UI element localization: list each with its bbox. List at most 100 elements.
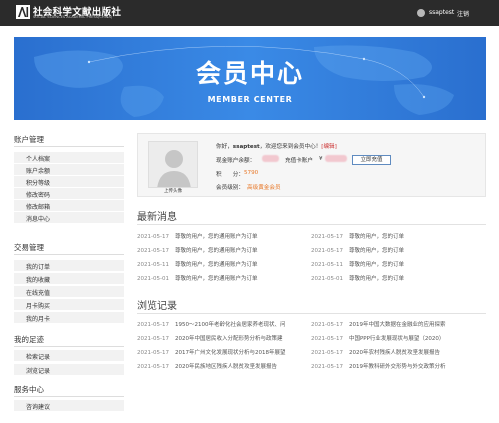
message-text: 尊敬的用户，您的通用账户为订单 [174,262,258,268]
banner-title: 会员中心 [195,59,304,88]
message-date: 2021-05-17 [137,248,169,254]
message-date: 2021-05-17 [311,234,343,240]
history-text: 中国PPP行业发展现状与展望（2020） [348,336,445,342]
logout-link[interactable]: 注销 [457,9,469,18]
sidebar-item-feedback[interactable]: 咨询建议 [14,400,124,412]
sidebar-item-buy-monthly-card[interactable]: 月卡购买 [14,299,124,311]
sidebar-item-balance[interactable]: 账户余额 [14,164,124,176]
message-text: 尊敬的用户，您的订单 [348,276,404,282]
sidebar-group-title-service: 服务中心 [14,385,44,394]
history-text: 2017年广州文化发展现状分析与2018年展望 [174,350,286,356]
sidebar-item-label: 账户余额 [26,168,51,175]
recharge-now-button[interactable]: 立即充值 [352,155,391,165]
message-date: 2021-05-17 [311,248,343,254]
username-link[interactable]: ssaptest [429,9,454,16]
message-item[interactable]: 2021-05-17 尊敬的用户，您的订单 [311,246,404,254]
message-date: 2021-05-01 [137,276,169,282]
sidebar-item-label: 在线充值 [26,290,51,297]
top-bar: 社会科学文献出版社 SOCIAL SCIENCES ACADEMIC PRESS… [0,0,499,26]
message-item[interactable]: 2021-05-01 尊敬的用户，您的订单 [311,274,404,282]
sidebar-item-label: 我的订单 [26,264,51,271]
sidebar-item-recharge[interactable]: 在线充值 [14,286,124,298]
sidebar-item-label: 积分等级 [26,180,51,187]
sidebar-item-orders[interactable]: 我的订单 [14,260,124,272]
history-date: 2021-05-17 [137,364,169,370]
browse-history-title: 浏览记录 [137,301,177,312]
section-divider [137,224,486,225]
message-item[interactable]: 2021-05-01 尊敬的用户，您的通用账户为订单 [137,274,257,282]
message-item[interactable]: 2021-05-11 尊敬的用户，您的订单 [311,260,404,268]
history-date: 2021-05-17 [311,350,343,356]
message-text: 尊敬的用户，您的订单 [348,248,404,254]
sidebar-item-label: 修改邮箱 [26,204,51,211]
history-date: 2021-05-17 [137,350,169,356]
history-text: 2020年民族地区残疾人脱贫攻坚发展报告 [174,364,277,370]
currency-symbol: ¥ [319,156,323,162]
message-date: 2021-05-11 [311,262,343,268]
sidebar-item-my-monthly-card[interactable]: 我的月卡 [14,312,124,324]
sidebar-item-points[interactable]: 积分等级 [14,176,124,188]
message-text: 尊敬的用户，您的通用账户为订单 [174,248,258,254]
history-date: 2021-05-17 [311,364,343,370]
sidebar-item-label: 修改密码 [26,192,51,199]
history-item[interactable]: 2021-05-17 中国PPP行业发展现状与展望（2020） [311,334,444,342]
balance-value-redacted [262,155,279,162]
message-item[interactable]: 2021-05-17 尊敬的用户，您的通用账户为订单 [137,232,257,240]
history-text: 2020年中国居民收入分配形势分析与政策建 [174,336,283,342]
sidebar-item-messages[interactable]: 消息中心 [14,212,124,224]
history-date: 2021-05-17 [311,322,343,328]
history-item[interactable]: 2021-05-17 2020年中国居民收入分配形势分析与政策建 [137,334,282,342]
avatar[interactable] [148,141,198,188]
history-text: 2019年教科研外交形势与外交政策分析 [348,364,446,370]
sidebar-item-label: 月卡购买 [26,303,51,310]
sidebar-item-email[interactable]: 修改邮箱 [14,200,124,212]
edit-profile-link[interactable]: [编辑] [321,144,337,150]
message-item[interactable]: 2021-05-17 尊敬的用户，您的通用账户为订单 [137,246,257,254]
member-center-banner: 会员中心 MEMBER CENTER [14,37,486,120]
card-account-label: 充值卡账户 [285,158,313,164]
message-date: 2021-05-11 [137,262,169,268]
sidebar-divider [14,396,124,397]
message-text: 尊敬的用户，您的通用账户为订单 [174,276,258,282]
history-date: 2021-05-17 [137,336,169,342]
message-text: 尊敬的用户，您的通用账户为订单 [174,234,258,240]
welcome-line: 你好，ssaptest，欢迎您来到会员中心！[编辑] [216,142,337,150]
message-item[interactable]: 2021-05-17 尊敬的用户，您的订单 [311,232,404,240]
upload-avatar-link[interactable]: 上传头像 [148,188,198,194]
message-date: 2021-05-01 [311,276,343,282]
history-item[interactable]: 2021-05-17 1950～2100年老龄化社会居家养老现状、问 [137,320,285,328]
sidebar-item-label: 浏览记录 [26,368,51,375]
greeting-name: ssaptest [232,144,260,150]
sidebar-group-title-account: 账户管理 [14,135,44,144]
history-text: 1950～2100年老龄化社会居家养老现状、问 [174,322,286,328]
history-item[interactable]: 2021-05-17 2020年民族地区残疾人脱贫攻坚发展报告 [137,362,277,370]
history-item[interactable]: 2021-05-17 2020年农村残疾人脱贫攻坚发展报告 [311,348,440,356]
history-date: 2021-05-17 [311,336,343,342]
message-text: 尊敬的用户，您的订单 [348,262,404,268]
card-balance-redacted [325,155,347,162]
default-avatar-icon [149,142,197,187]
sidebar-item-label: 我的收藏 [26,277,51,284]
history-text: 2019年中国大数据在金融业的应用探索 [348,322,446,328]
latest-messages-title: 最新消息 [137,212,177,223]
points-value: 5790 [244,170,259,176]
message-item[interactable]: 2021-05-11 尊敬的用户，您的通用账户为订单 [137,260,257,268]
greeting-prefix: 你好， [216,144,233,150]
sidebar-item-favorites[interactable]: 我的收藏 [14,273,124,285]
user-avatar-icon[interactable] [417,9,425,17]
sidebar-item-browse-history[interactable]: 浏览记录 [14,364,124,376]
sidebar-item-password[interactable]: 修改密码 [14,188,124,200]
level-value-wrap: 高级黄金会员 [247,183,281,191]
sidebar-item-label: 个人档案 [26,156,51,163]
member-level: 高级黄金会员 [247,185,281,191]
sidebar-item-label: 咨询建议 [26,404,51,411]
sidebar-divider [14,146,124,147]
sidebar-item-search-history[interactable]: 检索记录 [14,350,124,362]
history-item[interactable]: 2021-05-17 2017年广州文化发展现状分析与2018年展望 [137,348,285,356]
sidebar-item-label: 我的月卡 [26,316,51,323]
publisher-logo-icon[interactable] [16,5,30,19]
history-item[interactable]: 2021-05-17 2019年中国大数据在金融业的应用探索 [311,320,445,328]
points-value-wrap: 5790 [244,170,258,176]
sidebar-item-profile[interactable]: 个人档案 [14,152,124,164]
history-item[interactable]: 2021-05-17 2019年教科研外交形势与外交政策分析 [311,362,445,370]
